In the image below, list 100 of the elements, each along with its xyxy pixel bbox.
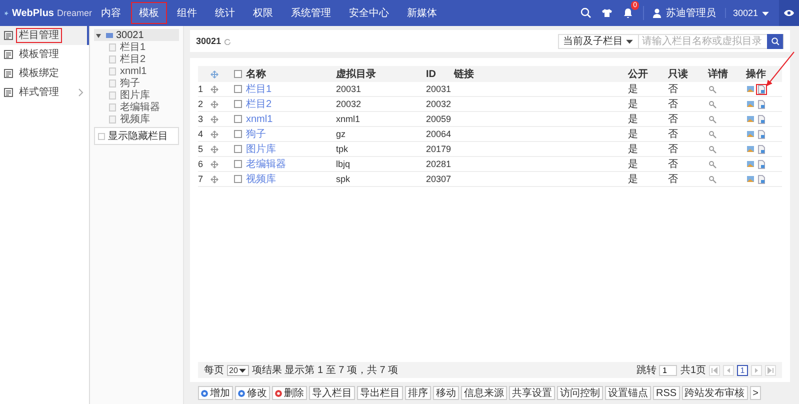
action-button[interactable]: 跨站发布审核 bbox=[682, 386, 748, 400]
action-button[interactable]: 信息来源 bbox=[461, 386, 507, 400]
action-button[interactable]: 访问控制 bbox=[557, 386, 603, 400]
tree-item[interactable]: 图片库 bbox=[94, 89, 179, 101]
table-cell-text: 是 bbox=[628, 158, 639, 171]
document-icon[interactable] bbox=[757, 174, 766, 184]
checkbox[interactable] bbox=[234, 100, 242, 108]
table-cell-text: spk bbox=[336, 174, 352, 184]
document-icon[interactable] bbox=[757, 130, 766, 138]
nav-tab[interactable]: 安全中心 bbox=[342, 3, 396, 23]
column-link[interactable]: xnml1 bbox=[246, 114, 336, 124]
column-link[interactable]: 狗子 bbox=[246, 127, 336, 141]
document-icon[interactable] bbox=[757, 144, 766, 154]
bell-icon[interactable] bbox=[622, 7, 634, 19]
sidebar-item[interactable]: 模板绑定 bbox=[0, 64, 89, 83]
column-link[interactable]: 栏目1 bbox=[246, 82, 336, 96]
eye-icon[interactable] bbox=[783, 7, 795, 19]
list-icon bbox=[4, 50, 13, 59]
column-link[interactable]: 栏目2 bbox=[246, 97, 336, 111]
action-button[interactable]: 共享设置 bbox=[509, 386, 555, 400]
shirt-icon[interactable] bbox=[600, 7, 613, 19]
sidebar-item[interactable]: 样式管理 bbox=[0, 83, 89, 102]
move-icon[interactable] bbox=[210, 84, 219, 94]
action-button[interactable]: 修改 bbox=[235, 386, 270, 400]
page-button[interactable]: 1 bbox=[737, 364, 748, 376]
action-button[interactable]: RSS bbox=[653, 386, 680, 400]
move-icon[interactable] bbox=[210, 174, 219, 184]
document-icon[interactable] bbox=[757, 84, 766, 94]
search-icon[interactable] bbox=[708, 130, 717, 138]
move-icon[interactable] bbox=[210, 114, 219, 124]
document-icon[interactable] bbox=[757, 100, 766, 108]
move-icon[interactable] bbox=[210, 160, 219, 168]
image-edit-icon[interactable] bbox=[746, 114, 755, 124]
nav-tab[interactable]: 内容 bbox=[94, 3, 128, 23]
column-link[interactable]: 老编辑器 bbox=[246, 157, 336, 171]
checkbox[interactable] bbox=[98, 132, 105, 140]
image-edit-icon[interactable] bbox=[746, 144, 755, 154]
search-icon[interactable] bbox=[580, 7, 592, 19]
action-button[interactable]: 删除 bbox=[272, 386, 307, 400]
move-icon[interactable] bbox=[210, 144, 219, 154]
first-page-button[interactable] bbox=[709, 364, 720, 376]
search-icon[interactable] bbox=[708, 114, 717, 124]
column-link[interactable]: 图片库 bbox=[246, 142, 336, 156]
page-title: 30021 bbox=[196, 36, 222, 46]
checkbox[interactable] bbox=[234, 160, 242, 168]
tree-item[interactable]: 老编辑器 bbox=[94, 101, 179, 113]
table-cell-text: lbjq bbox=[336, 159, 352, 169]
checkbox[interactable] bbox=[234, 70, 242, 78]
action-button[interactable]: 导出栏目 bbox=[357, 386, 403, 400]
nav-tab[interactable]: 新媒体 bbox=[400, 3, 444, 23]
image-edit-icon[interactable] bbox=[746, 160, 755, 168]
image-edit-icon[interactable] bbox=[746, 130, 755, 138]
tree-node[interactable]: 30021 bbox=[94, 29, 179, 41]
next-page-button[interactable] bbox=[751, 364, 762, 376]
checkbox[interactable] bbox=[234, 145, 242, 153]
action-button[interactable]: 增加 bbox=[198, 386, 233, 400]
image-edit-icon[interactable] bbox=[746, 174, 755, 184]
search-icon[interactable] bbox=[708, 100, 717, 108]
image-edit-icon[interactable] bbox=[746, 100, 755, 108]
tree-item[interactable]: 栏目2 bbox=[94, 53, 179, 65]
search-icon[interactable] bbox=[708, 160, 717, 168]
table-cell-text: 是 bbox=[628, 143, 639, 156]
checkbox[interactable] bbox=[234, 115, 242, 123]
action-button[interactable]: > bbox=[750, 386, 762, 400]
nav-tab[interactable]: 组件 bbox=[170, 3, 204, 23]
page-input[interactable]: 1 bbox=[659, 364, 678, 376]
action-button[interactable]: 排序 bbox=[405, 386, 431, 400]
document-icon[interactable] bbox=[757, 114, 766, 124]
action-button[interactable]: 导入栏目 bbox=[309, 386, 355, 400]
page-size-select[interactable]: 20 bbox=[227, 364, 249, 376]
action-button[interactable]: 移动 bbox=[433, 386, 459, 400]
checkbox[interactable] bbox=[234, 130, 242, 138]
list-icon bbox=[4, 31, 13, 40]
last-page-button[interactable] bbox=[765, 364, 776, 376]
document-icon[interactable] bbox=[757, 160, 766, 168]
nav-tab[interactable]: 模板 bbox=[132, 3, 166, 23]
checkbox[interactable] bbox=[234, 175, 242, 183]
move-icon[interactable] bbox=[210, 100, 219, 108]
image-edit-icon[interactable] bbox=[746, 84, 755, 94]
sidebar-item[interactable]: 栏目管理 bbox=[0, 26, 89, 45]
search-icon[interactable] bbox=[708, 84, 717, 94]
nav-tab[interactable]: 系统管理 bbox=[284, 3, 338, 23]
search-icon[interactable] bbox=[708, 174, 717, 184]
column-link[interactable]: 视频库 bbox=[246, 172, 336, 186]
move-icon[interactable] bbox=[210, 130, 219, 138]
row-number: 7 bbox=[198, 174, 204, 184]
nav-tab[interactable]: 权限 bbox=[246, 3, 280, 23]
tree-item[interactable]: 狗子 bbox=[94, 77, 179, 89]
search-icon[interactable] bbox=[708, 144, 717, 154]
tree-item[interactable]: 视频库 bbox=[94, 113, 179, 125]
checkbox[interactable] bbox=[234, 85, 242, 93]
nav-tab[interactable]: 统计 bbox=[208, 3, 242, 23]
sidebar-item[interactable]: 模板管理 bbox=[0, 45, 89, 64]
refresh-icon[interactable] bbox=[224, 38, 232, 44]
previous-page-button[interactable] bbox=[723, 364, 734, 376]
tree-item[interactable]: 栏目1 bbox=[94, 41, 179, 53]
user-name[interactable]: 苏迪管理员 bbox=[666, 6, 716, 20]
action-button[interactable]: 设置锚点 bbox=[605, 386, 651, 400]
tree-item[interactable]: xnml1 bbox=[94, 65, 179, 77]
site-selector[interactable]: 30021 bbox=[724, 8, 770, 18]
